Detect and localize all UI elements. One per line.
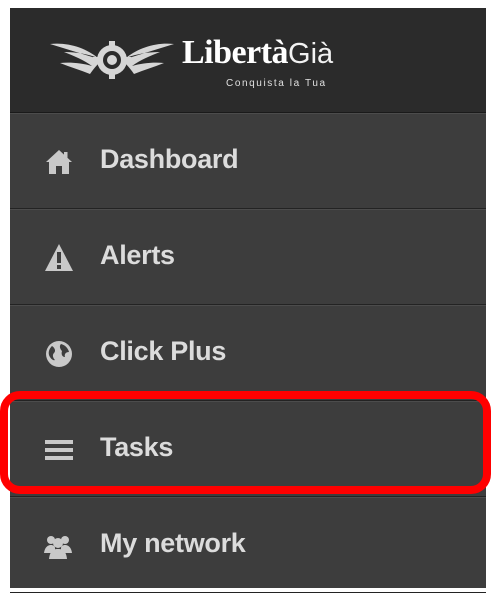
home-icon: [46, 150, 72, 174]
sidebar-item-click-plus[interactable]: Click Plus: [10, 305, 486, 401]
brand-name-bold: Libertà: [182, 34, 289, 71]
sidebar-item-my-network[interactable]: My network: [10, 497, 486, 593]
sidebar-item-label: Click Plus: [100, 336, 227, 366]
globe-icon: [46, 341, 72, 367]
winged-logo-icon: [50, 41, 174, 79]
users-icon: [44, 536, 72, 559]
sidebar-item-label: Tasks: [100, 432, 174, 462]
sidebar-item-alerts[interactable]: Alerts: [10, 209, 486, 305]
logo-bar[interactable]: LibertàGià Conquista la Tua: [10, 8, 486, 113]
sidebar-item-tasks[interactable]: Tasks: [10, 401, 486, 497]
sidebar: LibertàGià Conquista la Tua Dashboard Al…: [10, 8, 486, 593]
sidebar-item-label: Dashboard: [100, 144, 239, 174]
sidebar-item-label: My network: [100, 528, 246, 558]
sidebar-item-label: Alerts: [100, 240, 175, 270]
list-icon: [45, 440, 73, 460]
warning-icon: [45, 244, 73, 271]
sidebar-item-dashboard[interactable]: Dashboard: [10, 113, 486, 209]
brand-tagline: Conquista la Tua: [226, 78, 327, 89]
brand-name-light: Già: [288, 38, 334, 70]
brand-name: LibertàGià: [182, 34, 333, 72]
sidebar-menu: Dashboard Alerts Click Plus Tasks My net…: [10, 113, 486, 593]
